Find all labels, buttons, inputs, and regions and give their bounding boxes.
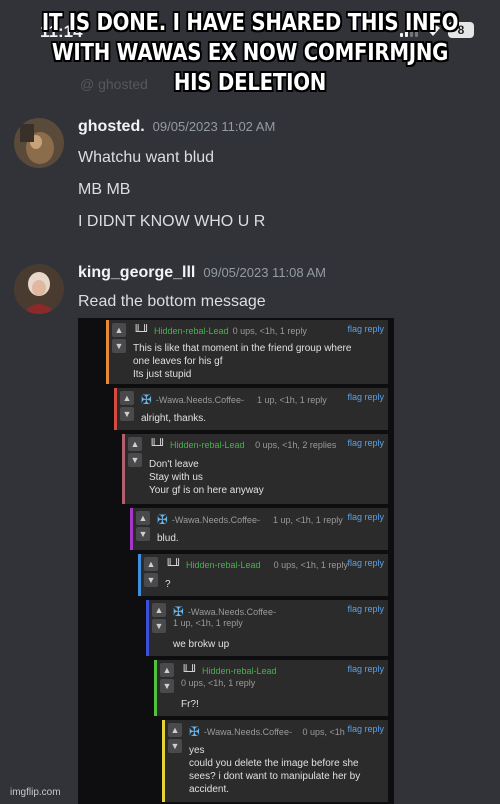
reply-link[interactable]: reply	[364, 512, 384, 522]
comment-meta: 0 ups, <1h, 1 reply	[181, 678, 256, 688]
comment-meta: 1 up, <1h, 1 reply	[256, 395, 327, 405]
message-body: king_george_lll 09/05/2023 11:08 AM Read…	[78, 264, 326, 312]
comment-card: ▲ ▼ ✠ -Wawa.Needs.Coffee- 1 up, <1h, 1 rep…	[114, 388, 388, 430]
comment-text: Don't leave	[149, 459, 199, 470]
username[interactable]: king_george_lll	[78, 264, 195, 282]
timestamp: 09/05/2023 11:02 AM	[152, 119, 276, 134]
meme-caption: IT IS DONE. I HAVE SHARED THIS INFO WITH…	[41, 10, 459, 96]
downvote-icon[interactable]: ▼	[152, 619, 166, 633]
comment-text: Your gf is on here anyway	[149, 485, 264, 496]
message-text: I DIDNT KNOW WHO U R	[78, 213, 266, 230]
comment-card: ▲ ▼ ╙╜ Hidden-rebal-Lead 0 ups, <1h, 1 rep…	[138, 554, 388, 596]
downvote-icon[interactable]: ▼	[160, 679, 174, 693]
flag-link[interactable]: flag	[347, 724, 362, 734]
comment-card: ▲ ▼ ╙╜ Hidden-rebal-Lead 0 ups, <1h, 1 repl…	[106, 320, 388, 384]
avatar-image	[14, 118, 64, 168]
comment-author[interactable]: -Wawa.Needs.Coffee-	[156, 395, 244, 405]
message-body: ghosted. 09/05/2023 11:02 AM Whatchu wan…	[78, 118, 275, 232]
flag-link[interactable]: flag	[347, 664, 362, 674]
upvote-icon[interactable]: ▲	[112, 323, 126, 337]
comment-meta: 0 ups, <1h, 2 replies	[255, 440, 337, 450]
comment-card: ▲ ▼ ✠ -Wawa.Needs.Coffee- 1 up, <1h, 1 rep…	[146, 600, 388, 656]
reply-link[interactable]: reply	[364, 664, 384, 674]
comment-card: ▲ ▼ ╙╜ Hidden-rebal-Lead 0 ups, <1h, 2 rep…	[122, 434, 388, 504]
upvote-icon[interactable]: ▲	[136, 511, 150, 525]
comment-meta: 0 ups, <1h, 1 reply	[232, 326, 307, 336]
timestamp: 09/05/2023 11:08 AM	[203, 265, 327, 280]
message-text: Whatchu want blud	[78, 149, 215, 166]
imgflip-watermark: imgflip.com	[10, 787, 61, 798]
upvote-icon[interactable]: ▲	[152, 603, 166, 617]
comment-author[interactable]: -Wawa.Needs.Coffee-	[188, 607, 276, 617]
message-text: MB MB	[78, 181, 131, 198]
user-emblem-icon: ╙╜	[165, 558, 183, 572]
user-emblem-icon: ╙╜	[181, 664, 199, 678]
flag-link[interactable]: flag	[347, 392, 362, 402]
reply-link[interactable]: reply	[364, 392, 384, 402]
upvote-icon[interactable]: ▲	[144, 557, 158, 571]
comment-author[interactable]: -Wawa.Needs.Coffee-	[172, 515, 260, 525]
comment-text: blud.	[157, 533, 179, 544]
downvote-icon[interactable]: ▼	[168, 739, 182, 753]
comment-text: we brokw up	[173, 639, 230, 650]
user-emblem-icon: ╙╜	[149, 438, 167, 452]
reply-link[interactable]: reply	[364, 324, 384, 334]
comment-card: ▲ ▼ ✠ -Wawa.Needs.Coffee- 1 up, <1h, 1 rep…	[130, 508, 388, 550]
comment-author[interactable]: Hidden-rebal-Lead	[186, 560, 261, 570]
comment-meta: 1 up, <1h, 1 reply	[173, 618, 243, 628]
reply-link[interactable]: reply	[364, 438, 384, 448]
comment-text: alright, thanks.	[141, 413, 207, 424]
downvote-icon[interactable]: ▼	[136, 527, 150, 541]
downvote-icon[interactable]: ▼	[112, 339, 126, 353]
flag-link[interactable]: flag	[347, 604, 362, 614]
reply-link[interactable]: reply	[364, 604, 384, 614]
comment-author[interactable]: Hidden-rebal-Lead	[154, 326, 229, 336]
flag-link[interactable]: flag	[347, 438, 362, 448]
comment-meta: 0 ups, <1h	[302, 727, 345, 737]
avatar[interactable]	[14, 118, 64, 168]
reply-link[interactable]: reply	[364, 724, 384, 734]
downvote-icon[interactable]: ▼	[128, 453, 142, 467]
comment-author[interactable]: Hidden-rebal-Lead	[202, 666, 277, 676]
comment-text: sees? i dont want to manipulate her by	[189, 771, 361, 782]
comment-text: Its just stupid	[133, 369, 192, 380]
comment-text: Stay with us	[149, 472, 203, 483]
embedded-screenshot[interactable]: ▲ ▼ ╙╜ Hidden-rebal-Lead 0 ups, <1h, 1 repl…	[78, 318, 394, 804]
user-emblem-icon: ╙╜	[133, 324, 151, 338]
reply-link[interactable]: reply	[364, 558, 384, 568]
user-emblem-icon: ✠	[157, 512, 168, 527]
flag-link[interactable]: flag	[347, 558, 362, 568]
flag-link[interactable]: flag	[347, 324, 362, 334]
user-emblem-icon: ✠	[189, 724, 200, 739]
comment-text: one leaves for his gf	[133, 356, 223, 367]
username[interactable]: ghosted.	[78, 118, 145, 136]
comment-meta: 1 up, <1h, 1 reply	[272, 515, 343, 525]
comment-text: Fr?!	[181, 699, 199, 710]
comment-text: ?	[165, 579, 171, 590]
comment-text: could you delete the image before she	[189, 758, 359, 769]
comment-text: This is like that moment in the friend g…	[133, 343, 352, 354]
upvote-icon[interactable]: ▲	[168, 723, 182, 737]
comment-card: ▲ ▼ ╙╜ Hidden-rebal-Lead 0 ups, <1h, 1 rep…	[154, 660, 388, 716]
downvote-icon[interactable]: ▼	[120, 407, 134, 421]
comment-text: accident.	[189, 784, 230, 795]
comment-author[interactable]: Hidden-rebal-Lead	[170, 440, 245, 450]
comment-card: ▲ ▼ ✠ -Wawa.Needs.Coffee- 0 ups, <1h flag …	[162, 720, 388, 802]
comment-meta: 0 ups, <1h, 1 reply	[273, 560, 348, 570]
downvote-icon[interactable]: ▼	[144, 573, 158, 587]
avatar[interactable]	[14, 264, 64, 314]
upvote-icon[interactable]: ▲	[120, 391, 134, 405]
comment-text: yes	[189, 745, 205, 756]
user-emblem-icon: ✠	[141, 392, 152, 407]
upvote-icon[interactable]: ▲	[160, 663, 174, 677]
upvote-icon[interactable]: ▲	[128, 437, 142, 451]
message-text: Read the bottom message	[78, 293, 266, 310]
flag-link[interactable]: flag	[347, 512, 362, 522]
comment-author[interactable]: -Wawa.Needs.Coffee-	[204, 727, 292, 737]
avatar-image	[14, 264, 64, 314]
